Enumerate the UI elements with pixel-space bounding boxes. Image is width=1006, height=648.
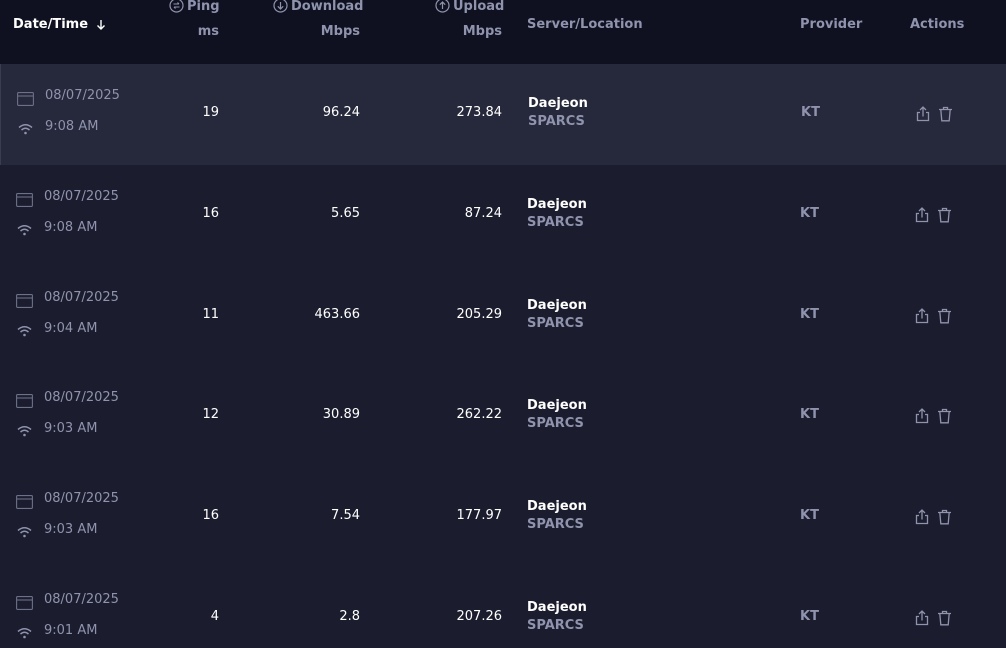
ping-unit-label: ms: [197, 24, 219, 39]
row-location: SPARCS: [527, 517, 584, 532]
calendar-icon: [16, 394, 33, 408]
trash-icon[interactable]: [938, 106, 953, 122]
share-icon[interactable]: [915, 207, 929, 223]
trash-icon[interactable]: [937, 509, 952, 525]
row-time: 9:01 AM: [44, 623, 98, 638]
row-provider: KT: [800, 609, 819, 624]
row-server: Daejeon: [527, 499, 587, 514]
download-header: Download: [273, 0, 363, 14]
row-download: 7.54: [331, 508, 360, 523]
row-ping: 19: [202, 105, 219, 120]
table-row[interactable]: 08/07/2025 9:03 AM 16 7.54 177.97 Daejeo…: [0, 467, 1006, 568]
row-date: 08/07/2025: [45, 88, 120, 103]
trash-icon[interactable]: [937, 207, 952, 223]
trash-icon[interactable]: [937, 308, 952, 324]
row-server: Daejeon: [527, 197, 587, 212]
row-date: 08/07/2025: [44, 290, 119, 305]
row-provider: KT: [800, 508, 819, 523]
table-row[interactable]: 08/07/2025 9:01 AM 4 2.8 207.26 Daejeon …: [0, 568, 1006, 648]
row-provider: KT: [800, 307, 819, 322]
row-download: 5.65: [331, 206, 360, 221]
row-upload: 87.24: [464, 206, 502, 221]
row-ping: 16: [202, 206, 219, 221]
row-server: Daejeon: [528, 96, 588, 111]
row-time: 9:03 AM: [44, 421, 98, 436]
download-header-label: Download: [291, 0, 364, 14]
row-date: 08/07/2025: [44, 491, 119, 506]
table-row[interactable]: 08/07/2025 9:03 AM 12 30.89 262.22 Daeje…: [0, 366, 1006, 467]
server-header-label: Server/Location: [527, 17, 643, 32]
trash-icon[interactable]: [937, 408, 952, 424]
row-download: 96.24: [322, 105, 360, 120]
row-time: 9:08 AM: [45, 119, 99, 134]
row-provider: KT: [800, 407, 819, 422]
row-time: 9:03 AM: [44, 522, 98, 537]
row-date: 08/07/2025: [44, 390, 119, 405]
row-time: 9:08 AM: [44, 220, 98, 235]
row-ping: 11: [202, 307, 219, 322]
row-download: 30.89: [322, 407, 360, 422]
sort-down-arrow-icon: [96, 20, 105, 30]
row-upload: 177.97: [456, 508, 503, 523]
calendar-icon: [16, 294, 33, 308]
share-icon[interactable]: [916, 106, 930, 122]
wifi-icon: [18, 124, 33, 135]
calendar-icon: [16, 193, 33, 207]
row-date: 08/07/2025: [44, 189, 119, 204]
row-download: 2.8: [339, 609, 360, 624]
upload-icon: [435, 0, 450, 13]
row-location: SPARCS: [527, 416, 584, 431]
upload-header: Upload: [435, 0, 504, 14]
row-upload: 262.22: [456, 407, 503, 422]
row-upload: 273.84: [456, 105, 503, 120]
ping-header-label: Ping: [187, 0, 220, 14]
download-icon: [273, 0, 288, 13]
ping-header: Ping: [169, 0, 220, 14]
row-location: SPARCS: [527, 618, 584, 633]
share-icon[interactable]: [915, 509, 929, 525]
share-icon[interactable]: [915, 610, 929, 626]
calendar-icon: [16, 495, 33, 509]
upload-header-label: Upload: [453, 0, 505, 14]
row-upload: 205.29: [456, 307, 503, 322]
row-provider: KT: [801, 105, 820, 120]
row-ping: 4: [210, 609, 219, 624]
row-time: 9:04 AM: [44, 321, 98, 336]
row-server: Daejeon: [527, 600, 587, 615]
wifi-icon: [17, 326, 32, 337]
row-date: 08/07/2025: [44, 592, 119, 607]
table-row[interactable]: 08/07/2025 9:08 AM 19 96.24 273.84 Daeje…: [0, 64, 1006, 165]
wifi-icon: [17, 225, 32, 236]
row-server: Daejeon: [527, 398, 587, 413]
row-server: Daejeon: [527, 298, 587, 313]
wifi-icon: [17, 527, 32, 538]
wifi-icon: [17, 628, 32, 639]
calendar-icon: [17, 92, 34, 106]
wifi-icon: [17, 426, 32, 437]
actions-header-label: Actions: [910, 17, 965, 32]
row-provider: KT: [800, 206, 819, 221]
row-download: 463.66: [314, 307, 361, 322]
row-location: SPARCS: [527, 316, 584, 331]
provider-header-label: Provider: [800, 17, 863, 32]
table-row[interactable]: 08/07/2025 9:08 AM 16 5.65 87.24 Daejeon…: [0, 165, 1006, 266]
row-location: SPARCS: [528, 114, 585, 129]
datetime-header-label: Date/Time: [13, 17, 89, 32]
row-location: SPARCS: [527, 215, 584, 230]
row-ping: 16: [202, 508, 219, 523]
calendar-icon: [16, 596, 33, 610]
row-ping: 12: [202, 407, 219, 422]
row-upload: 207.26: [456, 609, 503, 624]
sort-datetime-button[interactable]: Date/Time: [13, 17, 106, 32]
upload-unit-label: Mbps: [462, 24, 502, 39]
table-row[interactable]: 08/07/2025 9:04 AM 11 463.66 205.29 Daej…: [0, 266, 1006, 367]
ping-icon: [169, 0, 184, 13]
share-icon[interactable]: [915, 308, 929, 324]
trash-icon[interactable]: [937, 610, 952, 626]
share-icon[interactable]: [915, 408, 929, 424]
download-unit-label: Mbps: [320, 24, 360, 39]
table-header: Date/Time Ping ms Download Mbps Upload M…: [0, 0, 1006, 64]
